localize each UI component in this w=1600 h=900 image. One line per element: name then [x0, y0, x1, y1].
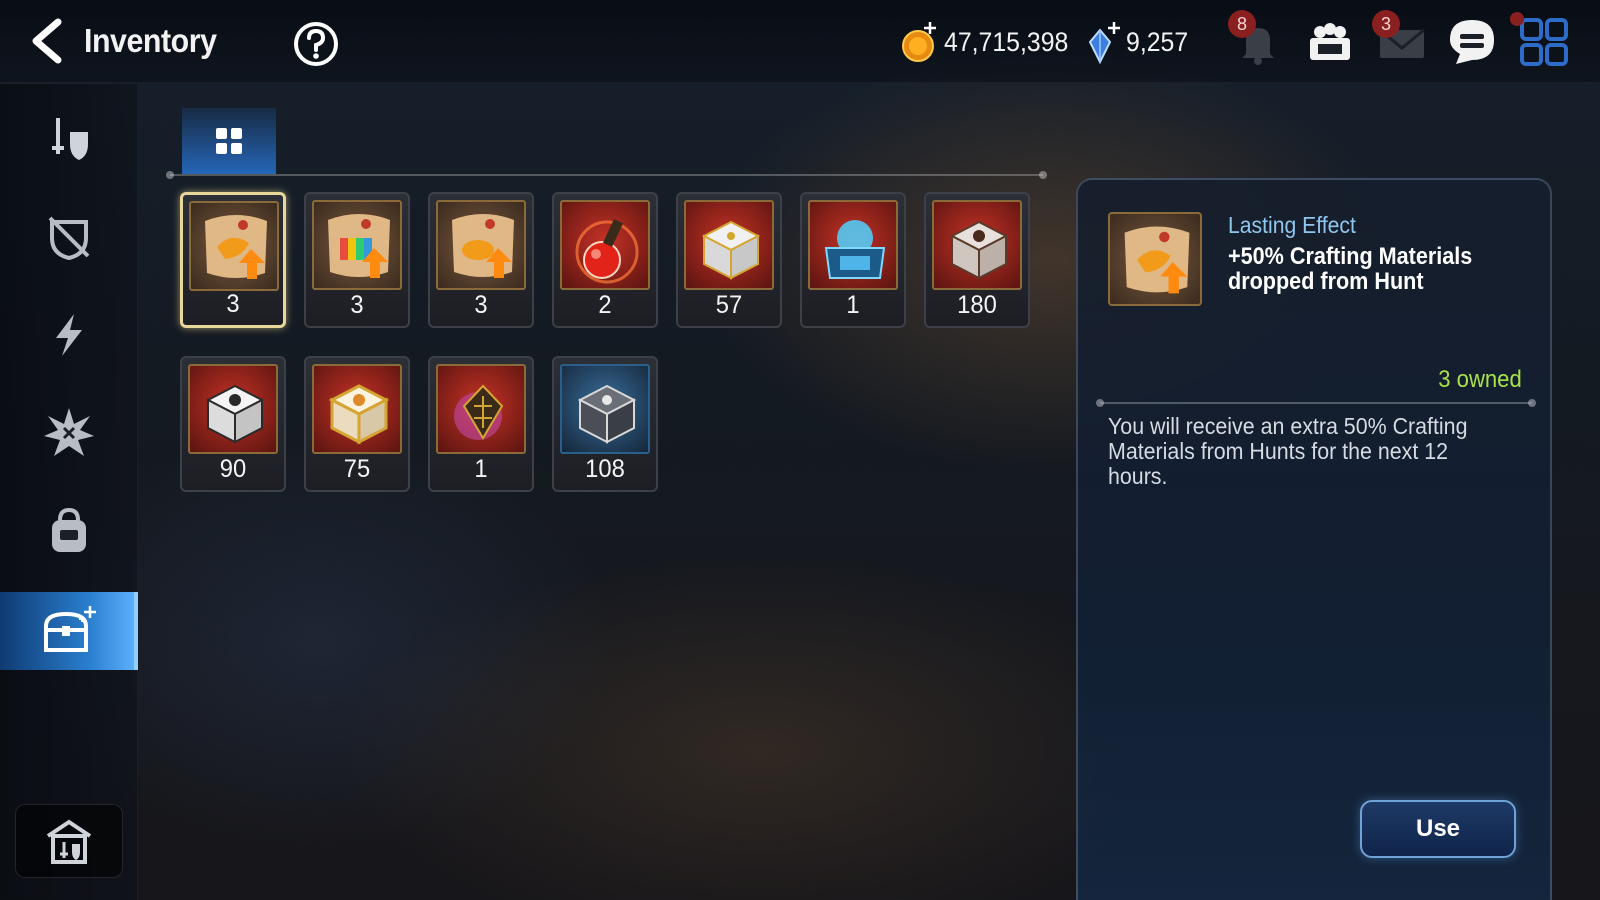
item-slot-scroll-bear[interactable]: 3: [428, 192, 534, 328]
item-slot-lantern-orb[interactable]: 1: [428, 356, 534, 492]
sidebar-item-catalysts[interactable]: [0, 394, 138, 472]
owned-count: 3 owned: [1438, 366, 1522, 393]
item-quantity: 3: [474, 291, 488, 319]
use-button[interactable]: Use: [1360, 800, 1516, 858]
cube-icon: [560, 364, 650, 454]
item-slot-silver-chest[interactable]: 90: [180, 356, 286, 492]
filter-tab-all[interactable]: [182, 108, 276, 174]
sword-shield-icon: [52, 118, 88, 160]
sidebar-item-disabled[interactable]: [0, 198, 138, 276]
item-detail-panel: Lasting Effect +50% Crafting Materials d…: [1076, 178, 1552, 900]
group-icon: [1310, 23, 1350, 60]
category-sidebar: [0, 84, 138, 900]
top-bar: Inventory 47,715,398 9,257 8 3: [0, 0, 1600, 83]
crystal-amount: 9,257: [1126, 26, 1189, 57]
gold-amount: 47,715,398: [944, 26, 1069, 57]
chat-button[interactable]: [1446, 16, 1498, 68]
chevron-left-icon: [32, 18, 62, 64]
scroll-icon: [436, 200, 526, 290]
menu-button[interactable]: [1510, 12, 1570, 68]
page-title: Inventory: [84, 22, 217, 59]
storage-button[interactable]: [15, 804, 123, 878]
item-quantity: 90: [219, 455, 247, 483]
item-slot-gold-chest[interactable]: 57: [676, 192, 782, 328]
sidebar-item-equipment[interactable]: [0, 100, 138, 178]
grid-four-icon: [216, 128, 242, 154]
potion-icon: [560, 200, 650, 290]
mail-count-badge: 3: [1372, 10, 1400, 38]
menu-alert-dot: [1510, 12, 1524, 26]
item-quantity: 1: [474, 455, 488, 483]
gold-currency[interactable]: 47,715,398: [900, 20, 1079, 64]
item-slot-gold-white-chest[interactable]: 75: [304, 356, 410, 492]
item-quantity: 1: [846, 291, 860, 319]
lantern-icon: [436, 364, 526, 454]
crystal-chest-icon: [808, 200, 898, 290]
item-slot-dark-cube[interactable]: 108: [552, 356, 658, 492]
item-quantity: 108: [585, 455, 625, 483]
notifications-button[interactable]: 8: [1228, 10, 1284, 68]
bag-icon: [52, 507, 86, 552]
crystal-icon: [1088, 22, 1120, 64]
scroll-icon: [312, 200, 402, 290]
back-button[interactable]: [22, 16, 72, 66]
sidebar-item-consumables[interactable]: [0, 592, 138, 670]
mail-button[interactable]: 3: [1372, 10, 1428, 68]
chat-bubble-icon: [1450, 20, 1494, 64]
item-slot-red-potion[interactable]: 2: [552, 192, 658, 328]
chest-icon: [312, 364, 402, 454]
scroll-icon: [189, 201, 279, 291]
chest-icon: [684, 200, 774, 290]
gold-coin-icon: [902, 22, 936, 62]
item-slot-scroll-dragon[interactable]: 3: [180, 192, 286, 328]
chest-icon: [932, 200, 1022, 290]
storage-house-icon: [46, 819, 92, 864]
item-quantity: 180: [957, 291, 997, 319]
help-button[interactable]: [292, 20, 340, 68]
notification-count-badge: 8: [1228, 10, 1256, 38]
item-slot-scroll-rainbow[interactable]: 3: [304, 192, 410, 328]
item-quantity: 2: [598, 291, 612, 319]
item-slot-blue-crystal-chest[interactable]: 1: [800, 192, 906, 328]
item-quantity: 3: [226, 290, 240, 318]
treasure-chest-icon: [44, 606, 96, 652]
chest-icon: [188, 364, 278, 454]
item-name: +50% Crafting Materials dropped from Hun…: [1228, 243, 1473, 295]
question-circle-icon: [294, 22, 338, 66]
item-category: Lasting Effect: [1228, 212, 1356, 238]
item-description: You will receive an extra 50% Crafting M…: [1108, 413, 1468, 489]
filter-divider: [166, 171, 1047, 179]
selected-item-icon: [1108, 212, 1202, 306]
item-slot-brown-chest[interactable]: 180: [924, 192, 1030, 328]
sidebar-item-materials[interactable]: [0, 492, 138, 570]
item-quantity: 57: [715, 291, 743, 319]
item-quantity: 3: [350, 291, 364, 319]
item-quantity: 75: [343, 455, 371, 483]
grid-menu-icon: [1520, 18, 1568, 66]
detail-divider: [1096, 399, 1536, 407]
burst-icon: [44, 408, 94, 456]
lightning-icon: [56, 314, 82, 356]
crystal-currency[interactable]: 9,257: [1086, 20, 1194, 64]
friends-button[interactable]: [1304, 16, 1356, 68]
crossed-shield-icon: [48, 216, 90, 261]
sidebar-item-artifacts[interactable]: [0, 296, 138, 374]
